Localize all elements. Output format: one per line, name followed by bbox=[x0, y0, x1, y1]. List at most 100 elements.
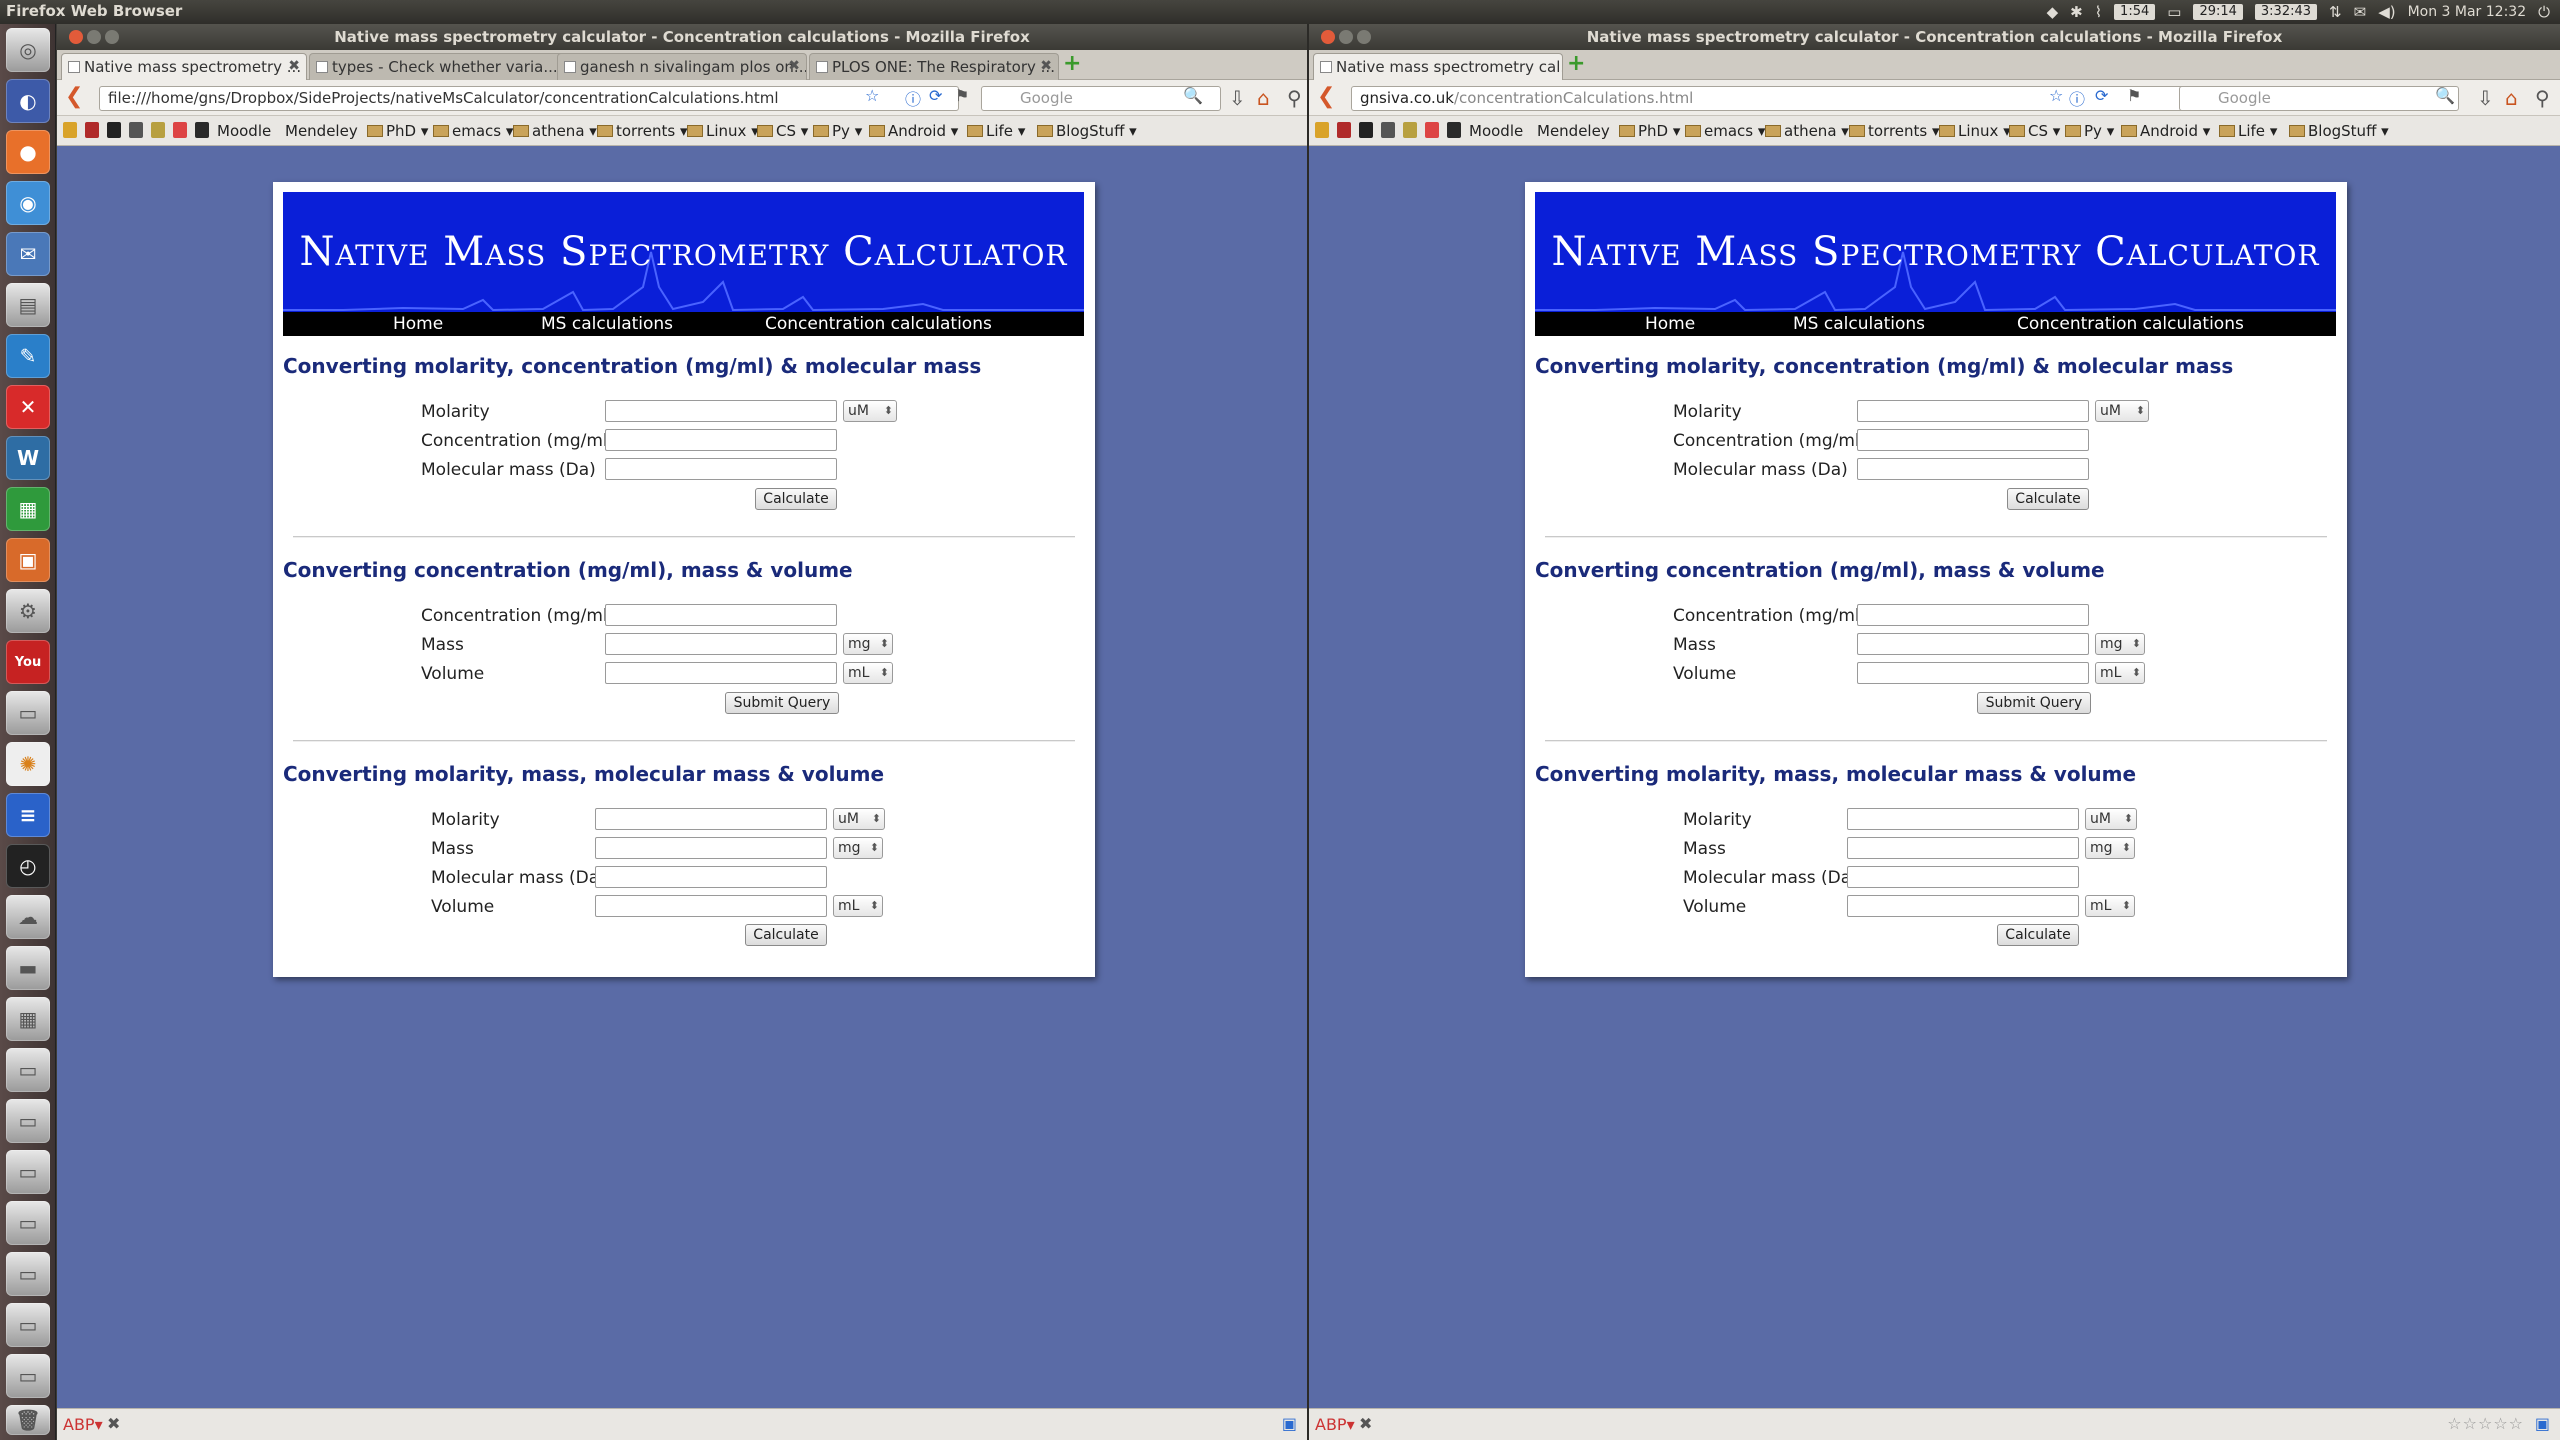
menu-ms-calculations[interactable]: MS calculations bbox=[541, 314, 673, 334]
volume-unit-select[interactable]: mL bbox=[843, 662, 893, 684]
bookmark-icon[interactable] bbox=[63, 122, 77, 138]
new-tab-icon[interactable]: + bbox=[1567, 53, 1589, 75]
bookmark-folder-torrents[interactable]: torrents ▾ bbox=[597, 122, 688, 140]
volume-unit-select[interactable]: mL bbox=[2095, 662, 2145, 684]
adblock-icon[interactable]: ABP▾ bbox=[1315, 1415, 1355, 1434]
concentration-input[interactable] bbox=[605, 429, 837, 451]
molecular-mass-input[interactable] bbox=[595, 866, 827, 888]
bookmark-icon[interactable] bbox=[1403, 122, 1417, 138]
rating-stars-icon[interactable]: ☆☆☆☆☆ bbox=[2447, 1414, 2524, 1433]
bookmark-folder-cs[interactable]: CS ▾ bbox=[2009, 122, 2060, 140]
gmail-icon[interactable] bbox=[173, 122, 187, 138]
bookmark-folder-py[interactable]: Py ▾ bbox=[813, 122, 862, 140]
bookmark-folder-emacs[interactable]: emacs ▾ bbox=[1685, 122, 1765, 140]
bookmark-folder-blogstuff[interactable]: BlogStuff ▾ bbox=[1037, 122, 1137, 140]
bookmark-folder-linux[interactable]: Linux ▾ bbox=[687, 122, 759, 140]
menu-home[interactable]: Home bbox=[393, 314, 443, 334]
bookmark-folder-life[interactable]: Life ▾ bbox=[967, 122, 1025, 140]
bookmark-icon[interactable] bbox=[85, 122, 99, 138]
molarity-input[interactable] bbox=[605, 400, 837, 422]
mass-unit-select[interactable]: mg bbox=[833, 837, 883, 859]
mic-icon[interactable]: ⌇ bbox=[2095, 3, 2102, 21]
close-window-button[interactable] bbox=[69, 30, 83, 44]
close-icon[interactable]: ✖ bbox=[107, 1414, 120, 1433]
bluetooth-icon[interactable]: ✱ bbox=[2070, 3, 2083, 21]
volume-unit-select[interactable]: mL bbox=[2085, 895, 2135, 917]
reload-icon[interactable]: ⟳ bbox=[929, 86, 942, 105]
close-window-button[interactable] bbox=[1321, 30, 1335, 44]
bookmark-folder-android[interactable]: Android ▾ bbox=[2121, 122, 2210, 140]
bookmark-folder-phd[interactable]: PhD ▾ bbox=[367, 122, 428, 140]
qr-icon[interactable] bbox=[1381, 122, 1395, 138]
bookmark-star-icon[interactable]: ☆ bbox=[865, 86, 879, 105]
bookmark-mendeley[interactable]: Mendeley bbox=[285, 122, 358, 140]
calculate-button[interactable]: Calculate bbox=[1997, 924, 2079, 946]
drive-icon[interactable]: ▭ bbox=[6, 1354, 50, 1398]
minimize-button[interactable] bbox=[87, 30, 101, 44]
bookmark-icon[interactable] bbox=[151, 122, 165, 138]
clock-icon[interactable]: ◴ bbox=[6, 844, 50, 888]
drive-icon[interactable]: ▭ bbox=[6, 1099, 50, 1143]
bookmark-mendeley[interactable]: Mendeley bbox=[1537, 122, 1610, 140]
menu-concentration-calculations[interactable]: Concentration calculations bbox=[2017, 314, 2244, 334]
menu-concentration-calculations[interactable]: Concentration calculations bbox=[765, 314, 992, 334]
software-center-icon[interactable]: ✺ bbox=[6, 742, 50, 786]
download-icon[interactable]: ⇩ bbox=[2477, 86, 2494, 110]
calculate-button[interactable]: Calculate bbox=[745, 924, 827, 946]
browser-icon[interactable]: ◐ bbox=[6, 79, 50, 123]
addon-status-icon[interactable]: ▣ bbox=[1282, 1414, 1297, 1433]
reload-icon[interactable]: ⟳ bbox=[2095, 86, 2108, 105]
menu-ms-calculations[interactable]: MS calculations bbox=[1793, 314, 1925, 334]
bookmark-folder-torrents[interactable]: torrents ▾ bbox=[1849, 122, 1940, 140]
close-tab-icon[interactable]: ✖ bbox=[288, 58, 300, 74]
drive-icon[interactable]: ▭ bbox=[6, 1201, 50, 1245]
volume-input[interactable] bbox=[1847, 895, 2079, 917]
close-tab-icon[interactable]: ✖ bbox=[1040, 58, 1052, 74]
close-tab-icon[interactable]: ✖ bbox=[788, 58, 800, 74]
maximize-button[interactable] bbox=[1357, 30, 1371, 44]
bookmark-folder-cs[interactable]: CS ▾ bbox=[757, 122, 808, 140]
mass-unit-select[interactable]: mg bbox=[2095, 633, 2145, 655]
dropbox-icon[interactable]: ◆ bbox=[2047, 3, 2059, 21]
molarity-unit-select[interactable]: uM bbox=[2095, 400, 2149, 422]
tab-google-search[interactable]: ganesh n sivalingam plos on... ✖ bbox=[557, 53, 807, 80]
molecular-mass-input[interactable] bbox=[605, 458, 837, 480]
close-icon[interactable]: ✖ bbox=[1359, 1414, 1372, 1433]
youtube-icon[interactable]: You bbox=[6, 640, 50, 684]
search-icon[interactable]: 🔍 bbox=[2435, 86, 2455, 105]
adblock-icon[interactable]: ABP▾ bbox=[63, 1415, 103, 1434]
firefox-icon[interactable]: ● bbox=[6, 130, 50, 174]
files-icon[interactable]: ▤ bbox=[6, 283, 50, 327]
concentration-input[interactable] bbox=[605, 604, 837, 626]
mass-input[interactable] bbox=[605, 633, 837, 655]
dash-icon[interactable]: ◎ bbox=[6, 28, 50, 72]
chromium-icon[interactable]: ◉ bbox=[6, 181, 50, 225]
bookmark-icon[interactable] bbox=[195, 122, 209, 138]
clock-indicator[interactable]: 3:32:43 bbox=[2254, 4, 2318, 20]
bookmark-folder-life[interactable]: Life ▾ bbox=[2219, 122, 2277, 140]
volume-input[interactable] bbox=[1857, 662, 2089, 684]
bookmark-icon[interactable] bbox=[1337, 122, 1351, 138]
workspace-icon[interactable]: ▦ bbox=[6, 997, 50, 1041]
calculate-button[interactable]: Calculate bbox=[755, 488, 837, 510]
molecular-mass-input[interactable] bbox=[1847, 866, 2079, 888]
bookmark-folder-phd[interactable]: PhD ▾ bbox=[1619, 122, 1680, 140]
mass-unit-select[interactable]: mg bbox=[843, 633, 893, 655]
addon-icon[interactable]: ⚑ bbox=[955, 86, 969, 105]
settings-icon[interactable]: ⚙ bbox=[6, 589, 50, 633]
volume-unit-select[interactable]: mL bbox=[833, 895, 883, 917]
tab-stackoverflow[interactable]: types - Check whether varia...✖ bbox=[309, 53, 587, 80]
mail-icon[interactable]: ✉ bbox=[2354, 3, 2367, 21]
home-icon[interactable]: ⌂ bbox=[1257, 86, 1270, 110]
addon-icon[interactable]: ⚑ bbox=[2127, 86, 2141, 105]
bookmark-moodle[interactable]: Moodle bbox=[1469, 122, 1523, 140]
search-bar[interactable]: Google bbox=[2179, 86, 2459, 111]
bookmark-star-icon[interactable]: ☆ bbox=[2049, 86, 2063, 105]
info-icon[interactable]: ⓘ bbox=[2069, 86, 2085, 110]
submit-query-button[interactable]: Submit Query bbox=[1977, 692, 2091, 714]
mass-input[interactable] bbox=[1857, 633, 2089, 655]
drive-icon[interactable]: ▭ bbox=[6, 1303, 50, 1347]
volume-icon[interactable]: ◀) bbox=[2378, 3, 2395, 21]
datetime[interactable]: Mon 3 Mar 12:32 bbox=[2408, 4, 2527, 20]
amazon-icon[interactable] bbox=[107, 122, 121, 138]
